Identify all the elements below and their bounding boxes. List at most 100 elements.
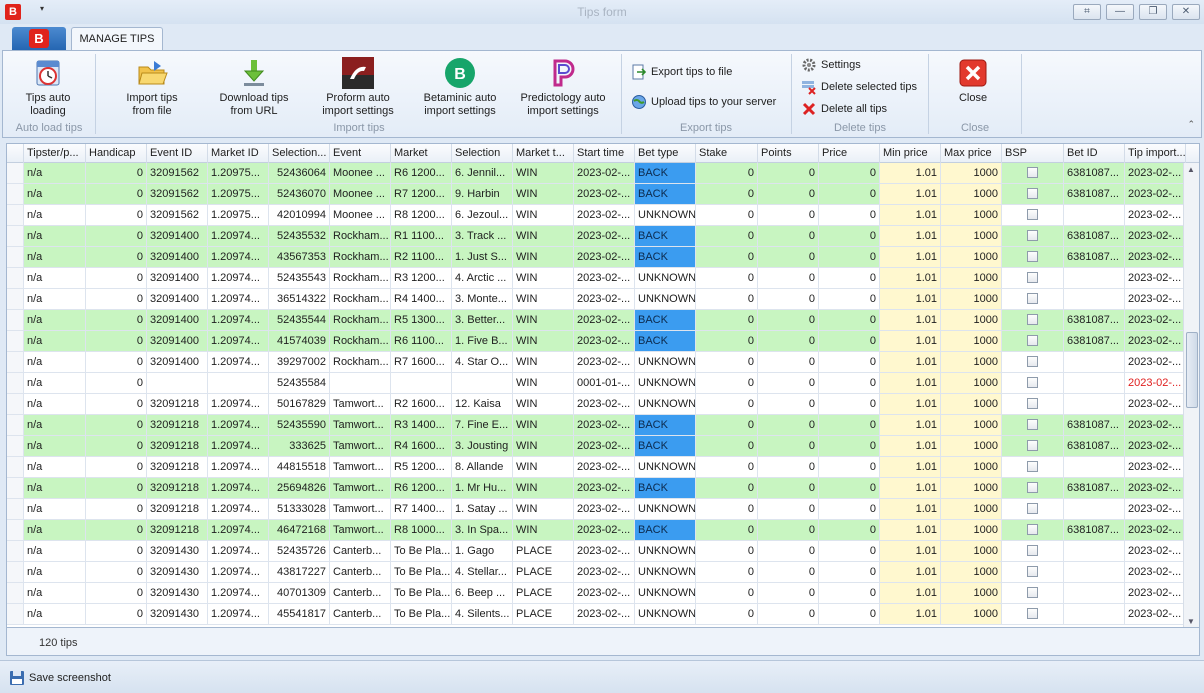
row-indicator[interactable]: [7, 541, 24, 562]
scrollbar-thumb[interactable]: [1186, 332, 1198, 408]
row-indicator[interactable]: [7, 394, 24, 415]
cell-bsp[interactable]: [1002, 457, 1064, 478]
column-header-points[interactable]: Points: [758, 144, 819, 163]
cell-bsp[interactable]: [1002, 373, 1064, 394]
cell-bsp[interactable]: [1002, 394, 1064, 415]
cell-bsp[interactable]: [1002, 331, 1064, 352]
table-row[interactable]: n/a 0 32091430 1.20974... 43817227 Canterb...…: [7, 562, 1186, 583]
bsp-checkbox[interactable]: [1027, 545, 1038, 556]
bsp-checkbox[interactable]: [1027, 251, 1038, 262]
maximize-button[interactable]: ❐: [1139, 4, 1167, 20]
predictology-auto-import-settings-button[interactable]: Predictology auto import settings: [517, 53, 609, 118]
export-tips-to-file-button[interactable]: Export tips to file: [631, 62, 781, 82]
table-row[interactable]: n/a 0 32091218 1.20974... 51333028 Tamwort...…: [7, 499, 1186, 520]
table-row[interactable]: n/a 0 32091430 1.20974... 40701309 Canterb...…: [7, 583, 1186, 604]
bsp-checkbox[interactable]: [1027, 482, 1038, 493]
row-indicator[interactable]: [7, 478, 24, 499]
column-header-tipster[interactable]: Tipster/p...: [24, 144, 86, 163]
download-tips-from-url-button[interactable]: Download tips from URL: [215, 53, 293, 118]
scroll-up-arrow-icon[interactable]: ▲: [1187, 165, 1195, 174]
row-indicator[interactable]: [7, 583, 24, 604]
column-header-event[interactable]: Event: [330, 144, 391, 163]
bsp-checkbox[interactable]: [1027, 272, 1038, 283]
column-header-price[interactable]: Price: [819, 144, 880, 163]
table-row[interactable]: n/a 0 32091430 1.20974... 52435726 Canterb...…: [7, 541, 1186, 562]
cell-bsp[interactable]: [1002, 163, 1064, 184]
bsp-checkbox[interactable]: [1027, 587, 1038, 598]
table-row[interactable]: n/a 0 32091218 1.20974... 46472168 Tamwort...…: [7, 520, 1186, 541]
cell-bsp[interactable]: [1002, 247, 1064, 268]
delete-selected-tips-button[interactable]: Delete selected tips: [801, 77, 923, 97]
row-indicator[interactable]: [7, 268, 24, 289]
vertical-scrollbar[interactable]: ▲ ▼: [1183, 163, 1199, 627]
close-window-button[interactable]: ✕: [1172, 4, 1200, 20]
bsp-checkbox[interactable]: [1027, 503, 1038, 514]
bsp-checkbox[interactable]: [1027, 419, 1038, 430]
bsp-checkbox[interactable]: [1027, 314, 1038, 325]
cell-bsp[interactable]: [1002, 436, 1064, 457]
column-header-handicap[interactable]: Handicap: [86, 144, 147, 163]
table-row[interactable]: n/a 0 32091430 1.20974... 45541817 Canterb...…: [7, 604, 1186, 625]
table-row[interactable]: n/a 0 32091400 1.20974... 41574039 Rockham...…: [7, 331, 1186, 352]
bsp-checkbox[interactable]: [1027, 377, 1038, 388]
row-indicator[interactable]: [7, 457, 24, 478]
bsp-checkbox[interactable]: [1027, 230, 1038, 241]
cell-bsp[interactable]: [1002, 604, 1064, 625]
tips-auto-loading-button[interactable]: Tips auto loading: [15, 53, 81, 118]
row-indicator[interactable]: [7, 415, 24, 436]
cell-bsp[interactable]: [1002, 562, 1064, 583]
column-header-bsp[interactable]: BSP: [1002, 144, 1064, 163]
bsp-checkbox[interactable]: [1027, 524, 1038, 535]
row-indicator[interactable]: [7, 352, 24, 373]
cell-bsp[interactable]: [1002, 205, 1064, 226]
scroll-down-arrow-icon[interactable]: ▼: [1187, 617, 1195, 626]
bsp-checkbox[interactable]: [1027, 335, 1038, 346]
minimize-button[interactable]: —: [1106, 4, 1134, 20]
bsp-checkbox[interactable]: [1027, 608, 1038, 619]
column-header-market[interactable]: Market: [391, 144, 452, 163]
bsp-checkbox[interactable]: [1027, 209, 1038, 220]
betaminic-auto-import-settings-button[interactable]: B Betaminic auto import settings: [417, 53, 503, 118]
column-header-market-type[interactable]: Market t...: [513, 144, 574, 163]
column-header-min-price[interactable]: Min price: [880, 144, 941, 163]
cell-bsp[interactable]: [1002, 478, 1064, 499]
tips-grid[interactable]: Tipster/p... Handicap Event ID Market ID Sel…: [6, 143, 1200, 628]
bsp-checkbox[interactable]: [1027, 566, 1038, 577]
cell-bsp[interactable]: [1002, 415, 1064, 436]
cell-bsp[interactable]: [1002, 352, 1064, 373]
bsp-checkbox[interactable]: [1027, 293, 1038, 304]
table-row[interactable]: n/a 0 32091400 1.20974... 52435544 Rockham...…: [7, 310, 1186, 331]
bsp-checkbox[interactable]: [1027, 398, 1038, 409]
table-row[interactable]: n/a 0 32091562 1.20975... 52436064 Moonee ...…: [7, 163, 1186, 184]
column-header-bet-type[interactable]: Bet type: [635, 144, 696, 163]
table-row[interactable]: n/a 0 32091562 1.20975... 42010994 Moonee ...…: [7, 205, 1186, 226]
tab-manage-tips[interactable]: MANAGE TIPS: [71, 27, 163, 51]
proform-auto-import-settings-button[interactable]: Proform auto import settings: [315, 53, 401, 118]
bsp-checkbox[interactable]: [1027, 461, 1038, 472]
bsp-checkbox[interactable]: [1027, 356, 1038, 367]
row-indicator[interactable]: [7, 499, 24, 520]
cell-bsp[interactable]: [1002, 310, 1064, 331]
row-indicator[interactable]: [7, 604, 24, 625]
column-header-selection[interactable]: Selection: [452, 144, 513, 163]
table-row[interactable]: n/a 0 32091400 1.20974... 43567353 Rockham...…: [7, 247, 1186, 268]
row-indicator[interactable]: [7, 247, 24, 268]
column-header-selection-id[interactable]: Selection...: [269, 144, 330, 163]
upload-tips-to-server-button[interactable]: Upload tips to your server: [631, 92, 791, 112]
cell-bsp[interactable]: [1002, 541, 1064, 562]
table-row[interactable]: n/a 0 32091218 1.20974... 333625 Tamwort... R4…: [7, 436, 1186, 457]
column-header-stake[interactable]: Stake: [696, 144, 758, 163]
cell-bsp[interactable]: [1002, 583, 1064, 604]
column-header-market-id[interactable]: Market ID: [208, 144, 269, 163]
cell-bsp[interactable]: [1002, 184, 1064, 205]
delete-all-tips-button[interactable]: Delete all tips: [801, 99, 911, 119]
cell-bsp[interactable]: [1002, 268, 1064, 289]
table-row[interactable]: n/a 0 32091400 1.20974... 36514322 Rockham...…: [7, 289, 1186, 310]
row-indicator[interactable]: [7, 205, 24, 226]
row-indicator[interactable]: [7, 163, 24, 184]
column-header-tip-import[interactable]: Tip import...: [1125, 144, 1186, 163]
column-header-start-time[interactable]: Start time: [574, 144, 635, 163]
column-header-max-price[interactable]: Max price: [941, 144, 1002, 163]
table-row[interactable]: n/a 0 32091218 1.20974... 25694826 Tamwort...…: [7, 478, 1186, 499]
cell-bsp[interactable]: [1002, 289, 1064, 310]
